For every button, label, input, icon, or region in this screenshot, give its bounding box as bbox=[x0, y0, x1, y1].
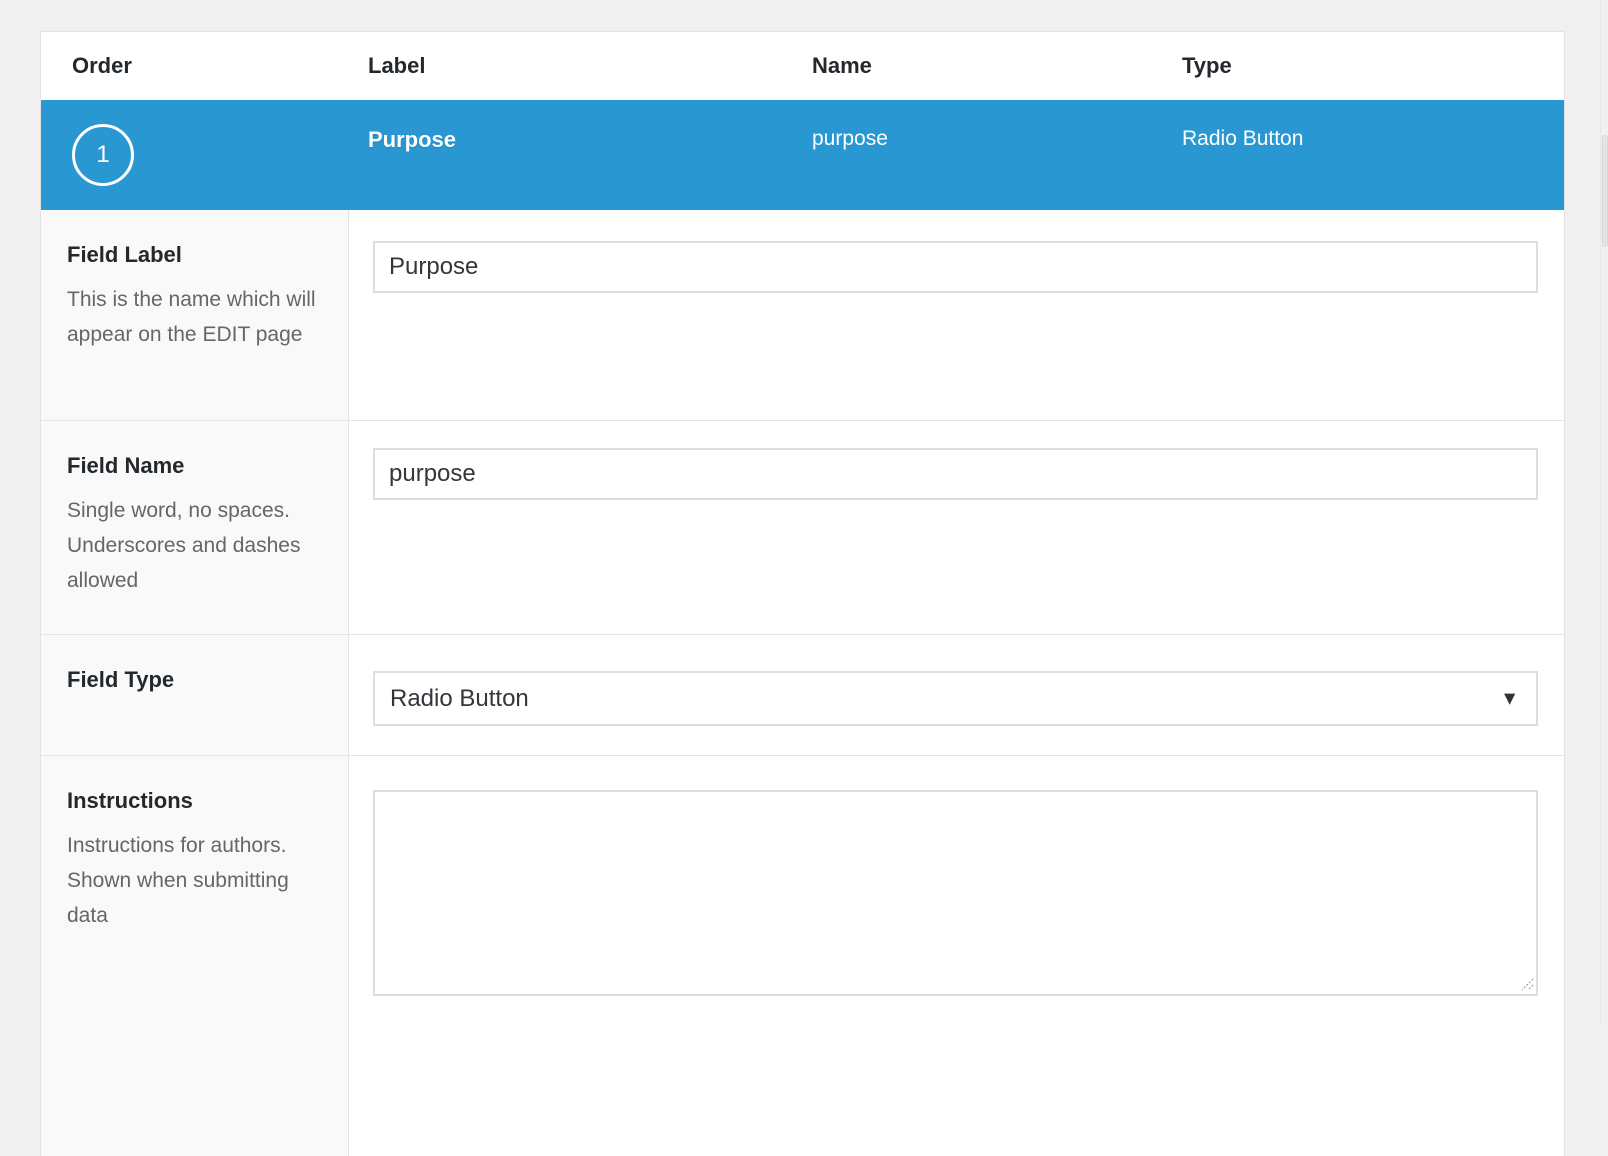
field-type-selected-value: Radio Button bbox=[390, 685, 529, 713]
field-label-control-cell bbox=[349, 210, 1564, 420]
field-name-description: Single word, no spaces. Underscores and … bbox=[67, 493, 318, 598]
field-group-table: Order Label Name Type 1 Purpose purpose … bbox=[40, 31, 1565, 1156]
column-header-order: Order bbox=[41, 53, 368, 79]
field-name-cell: purpose bbox=[812, 100, 1182, 210]
field-label-cell: Purpose bbox=[368, 100, 812, 210]
field-label-label-cell: Field Label This is the name which will … bbox=[41, 210, 349, 420]
form-row-field-type: Field Type Radio Button ▼ bbox=[41, 634, 1564, 755]
column-header-type: Type bbox=[1182, 53, 1564, 79]
instructions-label-cell: Instructions Instructions for authors. S… bbox=[41, 756, 349, 1156]
instructions-control-cell bbox=[349, 756, 1564, 1156]
instructions-textarea-wrap bbox=[373, 790, 1538, 996]
instructions-title: Instructions bbox=[67, 788, 318, 814]
instructions-description: Instructions for authors. Shown when sub… bbox=[67, 828, 318, 933]
form-row-field-name: Field Name Single word, no spaces. Under… bbox=[41, 420, 1564, 634]
field-type-title: Field Type bbox=[67, 667, 318, 693]
field-type-select[interactable]: Radio Button ▼ bbox=[373, 671, 1538, 726]
field-name-title: Field Name bbox=[67, 453, 318, 479]
order-number: 1 bbox=[96, 141, 109, 169]
instructions-textarea[interactable] bbox=[373, 790, 1538, 996]
field-name-input[interactable] bbox=[373, 448, 1538, 500]
column-header-name: Name bbox=[812, 53, 1182, 79]
field-label-input[interactable] bbox=[373, 241, 1538, 293]
field-type-cell: Radio Button bbox=[1182, 100, 1564, 210]
form-row-field-label: Field Label This is the name which will … bbox=[41, 210, 1564, 420]
field-label-description: This is the name which will appear on th… bbox=[67, 282, 318, 352]
order-number-badge: 1 bbox=[72, 124, 134, 186]
field-type-control-cell: Radio Button ▼ bbox=[349, 635, 1564, 755]
field-type-label-cell: Field Type bbox=[41, 635, 349, 755]
dropdown-arrow-icon: ▼ bbox=[1500, 689, 1519, 708]
table-header-row: Order Label Name Type bbox=[41, 32, 1564, 100]
column-header-label: Label bbox=[368, 53, 812, 79]
field-label-title: Field Label bbox=[67, 242, 318, 268]
vertical-scrollbar-thumb[interactable] bbox=[1602, 135, 1608, 247]
active-field-row[interactable]: 1 Purpose purpose Radio Button bbox=[41, 100, 1564, 210]
vertical-scrollbar-track[interactable] bbox=[1600, 0, 1608, 1024]
field-name-control-cell bbox=[349, 421, 1564, 634]
form-row-instructions: Instructions Instructions for authors. S… bbox=[41, 755, 1564, 1156]
field-order-cell: 1 bbox=[41, 100, 368, 210]
field-name-label-cell: Field Name Single word, no spaces. Under… bbox=[41, 421, 349, 634]
